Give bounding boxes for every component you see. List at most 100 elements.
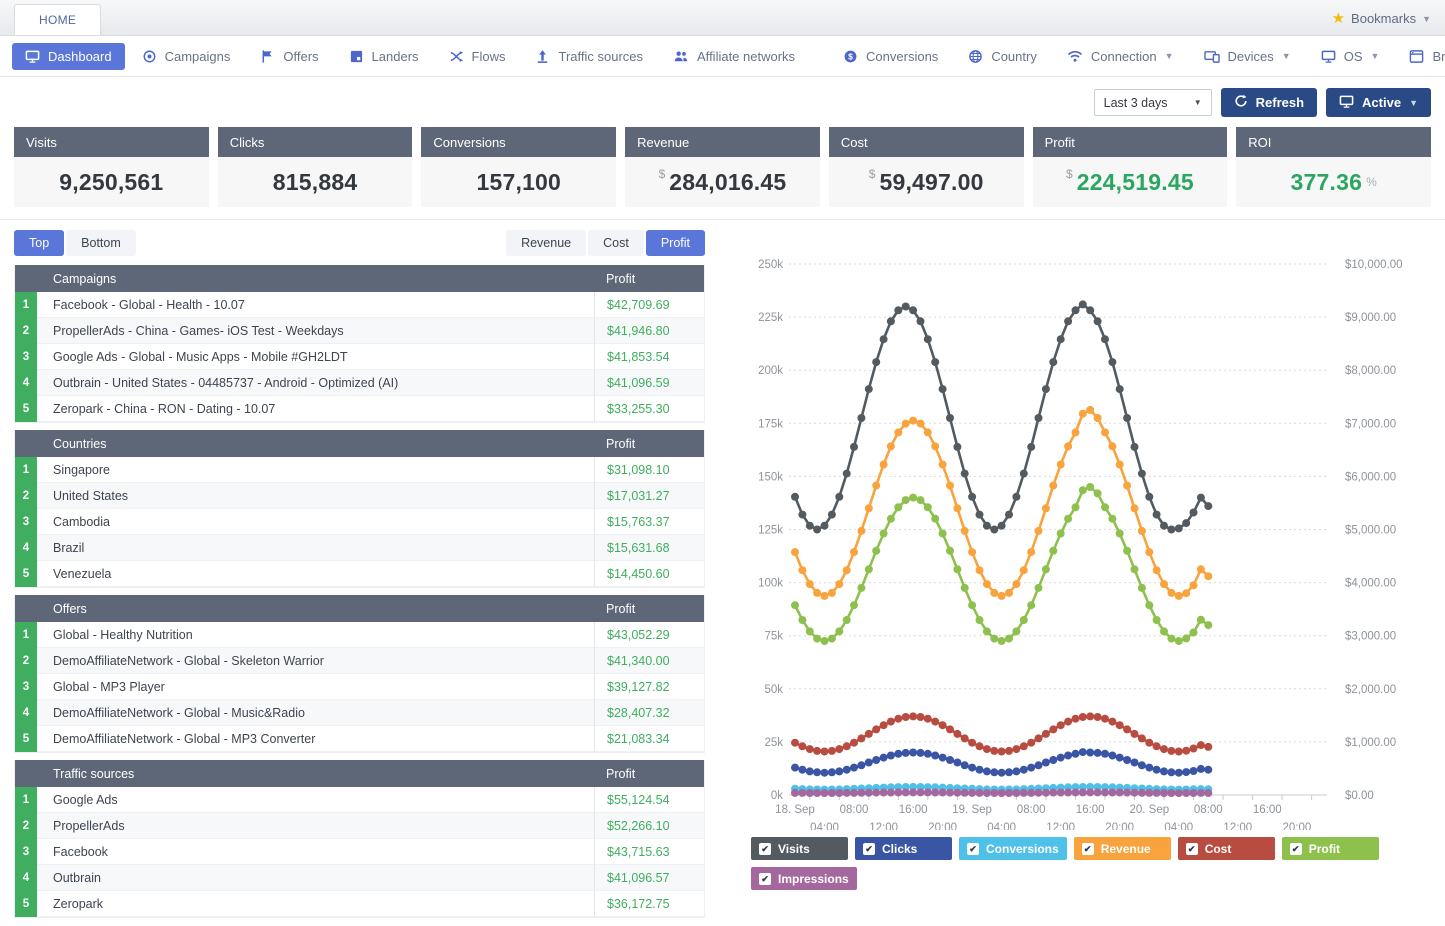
controls-row: Last 3 days ▼ Refresh Active ▼ <box>0 77 1445 126</box>
stat-card-title: ROI <box>1236 127 1431 157</box>
svg-text:12:00: 12:00 <box>1223 822 1252 830</box>
profit-column-header: Profit <box>594 767 704 781</box>
rank-badge: 2 <box>15 648 37 674</box>
active-filter-button[interactable]: Active ▼ <box>1326 88 1431 117</box>
table-header: Campaigns Profit <box>15 265 704 292</box>
legend-item-conversions[interactable]: ✔ Conversions <box>959 837 1067 860</box>
refresh-button[interactable]: Refresh <box>1221 88 1317 117</box>
row-profit: $41,096.57 <box>594 865 704 891</box>
legend-item-visits[interactable]: ✔ Visits <box>751 837 848 860</box>
nav-item-traffic-sources[interactable]: Traffic sources <box>522 43 656 70</box>
table-row[interactable]: 4 Brazil $15,631.68 <box>15 535 704 561</box>
bookmarks-label: Bookmarks <box>1351 11 1416 26</box>
table-row[interactable]: 3 Global - MP3 Player $39,127.82 <box>15 674 704 700</box>
nav-item-affiliate-networks[interactable]: Affiliate networks <box>660 43 808 70</box>
table-row[interactable]: 5 Venezuela $14,450.60 <box>15 561 704 587</box>
table-row[interactable]: 2 PropellerAds - China - Games- iOS Test… <box>15 318 704 344</box>
date-range-select[interactable]: Last 3 days ▼ <box>1094 89 1212 116</box>
currency-sign: $ <box>1066 167 1073 181</box>
stat-card-value: 157,100 <box>421 157 616 207</box>
table-row[interactable]: 4 Outbrain - United States - 04485737 - … <box>15 370 704 396</box>
row-name: Outbrain - United States - 04485737 - An… <box>37 370 594 396</box>
svg-text:16:00: 16:00 <box>1076 804 1105 816</box>
top-bottom-toggle: TopBottom <box>14 230 136 256</box>
profit-column-header: Profit <box>594 437 704 451</box>
legend-label: Cost <box>1205 842 1232 856</box>
table-row[interactable]: 1 Google Ads $55,124.54 <box>15 787 704 813</box>
nav-item-conversions[interactable]: $Conversions <box>830 43 951 70</box>
svg-text:0k: 0k <box>771 790 783 802</box>
legend-item-impressions[interactable]: ✔ Impressions <box>751 867 857 890</box>
stat-card-title: Profit <box>1033 127 1228 157</box>
chevron-down-icon: ▼ <box>1422 14 1431 24</box>
bookmarks-menu[interactable]: ★ Bookmarks ▼ <box>1332 11 1431 35</box>
nav-item-browsers[interactable]: Browsers▼ <box>1396 43 1445 70</box>
legend-item-revenue[interactable]: ✔ Revenue <box>1074 837 1171 860</box>
table-row[interactable]: 4 DemoAffiliateNetwork - Global - Music&… <box>15 700 704 726</box>
rank-badge: 5 <box>15 726 37 752</box>
table-row[interactable]: 2 PropellerAds $52,266.10 <box>15 813 704 839</box>
nav-item-landers[interactable]: Landers <box>336 43 432 70</box>
row-name: DemoAffiliateNetwork - Global - MP3 Conv… <box>37 726 594 752</box>
row-name: PropellerAds <box>37 813 594 839</box>
svg-text:150k: 150k <box>758 471 783 483</box>
devices-icon <box>1204 49 1220 64</box>
row-name: Outbrain <box>37 865 594 891</box>
table-row[interactable]: 1 Facebook - Global - Health - 10.07 $42… <box>15 292 704 318</box>
ranking-tables: Campaigns Profit 1 Facebook - Global - H… <box>14 265 705 918</box>
table-row[interactable]: 1 Global - Healthy Nutrition $43,052.29 <box>15 622 704 648</box>
rank-badge: 5 <box>15 891 37 917</box>
table-row[interactable]: 4 Outbrain $41,096.57 <box>15 865 704 891</box>
row-name: Singapore <box>37 457 594 483</box>
table-row[interactable]: 2 DemoAffiliateNetwork - Global - Skelet… <box>15 648 704 674</box>
nav-item-offers[interactable]: Offers <box>247 43 331 70</box>
nav-item-dashboard[interactable]: Dashboard <box>12 43 125 70</box>
stat-card-title: Cost <box>829 127 1024 157</box>
nav-item-label: Dashboard <box>48 49 112 64</box>
rank-badge: 4 <box>15 535 37 561</box>
legend-label: Profit <box>1309 842 1340 856</box>
svg-text:50k: 50k <box>764 684 783 696</box>
row-profit: $52,266.10 <box>594 813 704 839</box>
nav-item-flows[interactable]: Flows <box>436 43 519 70</box>
active-label: Active <box>1362 95 1401 110</box>
legend-item-clicks[interactable]: ✔ Clicks <box>855 837 952 860</box>
row-name: Google Ads - Global - Music Apps - Mobil… <box>37 344 594 370</box>
metric-cost-button[interactable]: Cost <box>588 230 644 256</box>
nav-item-label: Campaigns <box>165 49 231 64</box>
svg-text:$8,000.00: $8,000.00 <box>1345 365 1396 377</box>
nav-item-connection[interactable]: Connection▼ <box>1054 43 1187 70</box>
flows-icon <box>449 49 464 64</box>
checkbox-checked-icon: ✔ <box>967 843 979 855</box>
metric-revenue-button[interactable]: Revenue <box>506 230 586 256</box>
legend-item-profit[interactable]: ✔ Profit <box>1282 837 1379 860</box>
nav-item-label: Connection <box>1091 49 1157 64</box>
table-row[interactable]: 3 Google Ads - Global - Music Apps - Mob… <box>15 344 704 370</box>
table-row[interactable]: 2 United States $17,031.27 <box>15 483 704 509</box>
percent-sign: % <box>1366 175 1377 189</box>
legend-item-cost[interactable]: ✔ Cost <box>1178 837 1275 860</box>
svg-text:$3,000.00: $3,000.00 <box>1345 631 1396 643</box>
nav-item-country[interactable]: Country <box>955 43 1050 70</box>
row-name: DemoAffiliateNetwork - Global - Music&Ra… <box>37 700 594 726</box>
table-row[interactable]: 5 Zeropark $36,172.75 <box>15 891 704 917</box>
rank-bottom-button[interactable]: Bottom <box>66 230 136 256</box>
nav-item-campaigns[interactable]: Campaigns <box>129 43 244 70</box>
nav-item-label: OS <box>1344 49 1363 64</box>
metric-profit-button[interactable]: Profit <box>646 230 705 256</box>
table-row[interactable]: 1 Singapore $31,098.10 <box>15 457 704 483</box>
table-row[interactable]: 5 Zeropark - China - RON - Dating - 10.0… <box>15 396 704 422</box>
stat-card-value: 377.36 % <box>1236 157 1431 207</box>
rank-badge: 3 <box>15 344 37 370</box>
table-row[interactable]: 3 Cambodia $15,763.37 <box>15 509 704 535</box>
tab-home[interactable]: HOME <box>14 4 101 35</box>
lander-icon <box>349 49 364 64</box>
nav-item-os[interactable]: OS▼ <box>1308 43 1393 70</box>
table-row[interactable]: 5 DemoAffiliateNetwork - Global - MP3 Co… <box>15 726 704 752</box>
table-row[interactable]: 3 Facebook $43,715.63 <box>15 839 704 865</box>
row-profit: $55,124.54 <box>594 787 704 813</box>
rank-top-button[interactable]: Top <box>14 230 64 256</box>
checkbox-checked-icon: ✔ <box>759 873 771 885</box>
rank-badge: 2 <box>15 813 37 839</box>
nav-item-devices[interactable]: Devices▼ <box>1191 43 1304 70</box>
